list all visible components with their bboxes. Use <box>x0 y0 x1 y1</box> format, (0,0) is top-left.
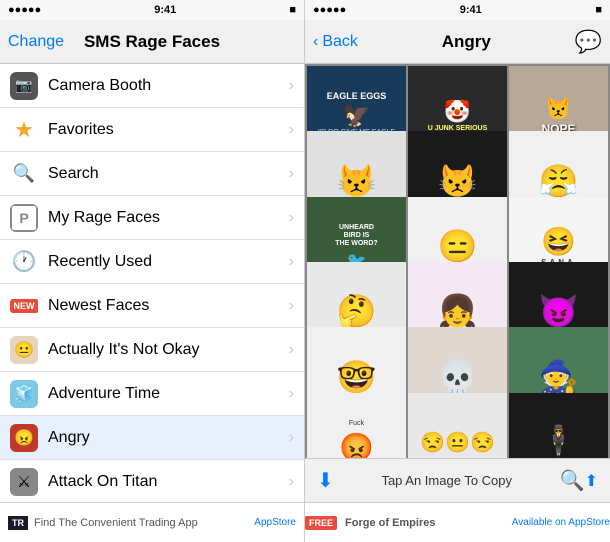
new-badge-icon: NEW <box>10 292 38 320</box>
meme-fuck[interactable]: Fuck 😡 <box>307 393 406 458</box>
sidebar-item-my-rage-faces[interactable]: P My Rage Faces › <box>0 196 304 240</box>
adventure-time-label: Adventure Time <box>48 385 289 403</box>
right-signal: ●●●●● <box>313 4 346 16</box>
right-panel: ●●●●● 9:41 ■ ‹ Back Angry 💬 EAGLE EGGS 🦅… <box>305 0 610 542</box>
star-icon: ★ <box>10 116 38 144</box>
tap-to-copy-message: Tap An Image To Copy <box>334 473 560 488</box>
back-chevron-icon: ‹ <box>313 33 318 51</box>
left-ad-banner[interactable]: TR Find The Convenient Trading App AppSt… <box>0 502 304 542</box>
adventure-time-thumb: 🧊 <box>10 380 38 408</box>
download-icon[interactable]: ⬇ <box>317 468 334 493</box>
chevron-icon: › <box>289 473 294 491</box>
sidebar-item-attack-on-titan[interactable]: ⚔ Attack On Titan › <box>0 460 304 502</box>
free-badge: FREE <box>305 516 337 530</box>
message-icon[interactable]: 💬 <box>575 29 602 55</box>
meme-trio[interactable]: 😒😐😒 <box>408 393 507 458</box>
right-status-bar: ●●●●● 9:41 ■ <box>305 0 610 20</box>
attack-on-titan-label: Attack On Titan <box>48 473 289 491</box>
ad-tr-label: TR <box>8 516 28 530</box>
left-nav-bar: Change SMS Rage Faces <box>0 20 304 64</box>
left-battery: ■ <box>289 4 296 16</box>
back-button[interactable]: ‹ Back <box>313 33 358 51</box>
angry-thumb: 😠 <box>10 424 38 452</box>
actually-not-okay-label: Actually It's Not Okay <box>48 341 289 359</box>
back-label: Back <box>322 33 358 51</box>
left-time: 9:41 <box>154 4 176 16</box>
chevron-icon: › <box>289 385 294 403</box>
sidebar-item-search[interactable]: 🔍 Search › <box>0 152 304 196</box>
forge-of-empires-label: Forge of Empires <box>345 517 435 529</box>
clock-icon: 🕐 <box>10 248 38 276</box>
chevron-icon: › <box>289 253 294 271</box>
appstore-available: Available on AppStore <box>512 517 610 528</box>
right-time: 9:41 <box>460 4 482 16</box>
meme-pulp-fiction[interactable]: 🕴 <box>509 393 608 458</box>
my-rage-faces-label: My Rage Faces <box>48 209 289 227</box>
sidebar-item-angry[interactable]: 😠 Angry › <box>0 416 304 460</box>
not-okay-thumb: 😐 <box>10 336 38 364</box>
right-ad-banner[interactable]: FREE Forge of Empires Available on AppSt… <box>305 502 610 542</box>
chevron-icon: › <box>289 209 294 227</box>
left-status-bar: ●●●●● 9:41 ■ <box>0 0 304 20</box>
ad-text: Find The Convenient Trading App <box>34 517 198 529</box>
share-icon[interactable]: ⬆ <box>585 471 598 491</box>
chevron-icon: › <box>289 165 294 183</box>
sidebar-item-recently-used[interactable]: 🕐 Recently Used › <box>0 240 304 284</box>
recently-used-label: Recently Used <box>48 253 289 271</box>
meme-grid: EAGLE EGGS 🦅 I'D DO GIVE ME EAGLE POWERS… <box>305 64 610 458</box>
attack-on-titan-thumb: ⚔ <box>10 468 38 496</box>
left-panel: ●●●●● 9:41 ■ Change SMS Rage Faces 📷 Cam… <box>0 0 305 542</box>
search-label: Search <box>48 165 289 183</box>
search-icon: 🔍 <box>10 160 38 188</box>
right-battery: ■ <box>595 4 602 16</box>
camera-booth-label: Camera Booth <box>48 77 289 95</box>
chevron-icon: › <box>289 429 294 447</box>
change-button[interactable]: Change <box>8 33 64 51</box>
sidebar-item-adventure-time[interactable]: 🧊 Adventure Time › <box>0 372 304 416</box>
right-nav-title: Angry <box>442 32 491 52</box>
chevron-icon: › <box>289 297 294 315</box>
right-bottom-bar: ⬇ Tap An Image To Copy 🔍 ⬆ <box>305 458 610 502</box>
search-icon[interactable]: 🔍 <box>560 468 585 493</box>
chevron-icon: › <box>289 341 294 359</box>
sidebar-item-favorites[interactable]: ★ Favorites › <box>0 108 304 152</box>
angry-label: Angry <box>48 429 289 447</box>
newest-faces-label: Newest Faces <box>48 297 289 315</box>
chevron-icon: › <box>289 77 294 95</box>
sidebar-item-newest-faces[interactable]: NEW Newest Faces › <box>0 284 304 328</box>
right-nav-bar: ‹ Back Angry 💬 <box>305 20 610 64</box>
sidebar-item-actually-not-okay[interactable]: 😐 Actually It's Not Okay › <box>0 328 304 372</box>
left-nav-title: SMS Rage Faces <box>84 32 220 52</box>
left-signal: ●●●●● <box>8 4 41 16</box>
chevron-icon: › <box>289 121 294 139</box>
appstore-icon: AppStore <box>254 517 296 528</box>
favorites-label: Favorites <box>48 121 289 139</box>
camera-icon: 📷 <box>10 72 38 100</box>
sidebar-item-camera-booth[interactable]: 📷 Camera Booth › <box>0 64 304 108</box>
my-rage-icon: P <box>10 204 38 232</box>
menu-list: 📷 Camera Booth › ★ Favorites › 🔍 Search … <box>0 64 304 502</box>
